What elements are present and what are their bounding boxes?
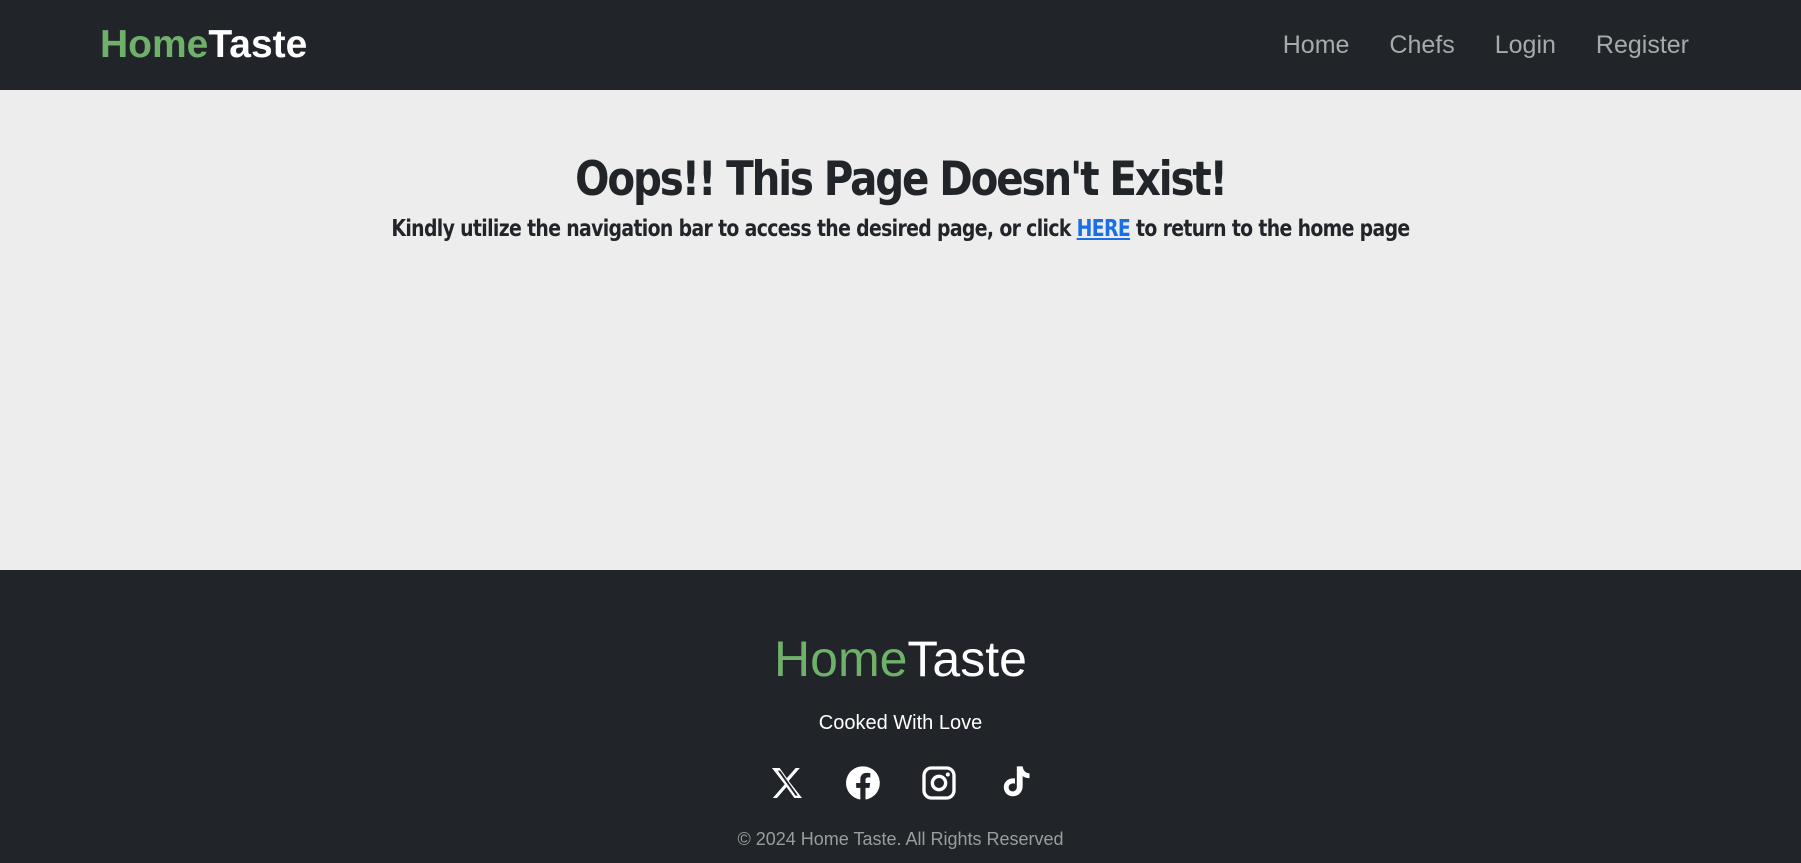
brand-home-text: Home [100, 23, 209, 66]
nav-link-home[interactable]: Home [1283, 31, 1350, 60]
nav-links: Home Chefs Login Register [1283, 31, 1689, 60]
brand-taste-text: Taste [208, 23, 308, 66]
navbar: Home Taste Home Chefs Login Register [0, 0, 1801, 90]
message-text-before: Kindly utilize the navigation bar to acc… [391, 216, 1077, 242]
social-links [0, 763, 1801, 803]
brand-logo[interactable]: Home Taste [100, 23, 307, 67]
copyright: © 2024 Home Taste. All Rights Reserved [737, 829, 1064, 849]
facebook-icon[interactable] [843, 763, 883, 803]
nav-link-chefs[interactable]: Chefs [1389, 31, 1454, 60]
nav-link-login[interactable]: Login [1495, 31, 1556, 60]
home-link[interactable]: HERE [1077, 216, 1131, 242]
footer-brand: Home Taste [0, 630, 1801, 688]
nav-link-register[interactable]: Register [1596, 31, 1689, 60]
tagline: Cooked With Love [818, 712, 983, 734]
x-icon[interactable] [767, 763, 807, 803]
page-title: Oops!! This Page Doesn't Exist! [575, 152, 1228, 207]
main-content: Oops!! This Page Doesn't Exist! Kindly u… [0, 90, 1801, 570]
footer-brand-home-text: Home [774, 631, 908, 687]
footer-brand-taste-text: Taste [907, 631, 1027, 687]
message-text-after: to return to the home page [1130, 216, 1410, 242]
tiktok-icon[interactable] [995, 763, 1035, 803]
instagram-icon[interactable] [919, 763, 959, 803]
error-message: Kindly utilize the navigation bar to acc… [162, 216, 1639, 242]
footer: Home Taste Cooked With Love © 2024 Home T… [0, 570, 1801, 863]
